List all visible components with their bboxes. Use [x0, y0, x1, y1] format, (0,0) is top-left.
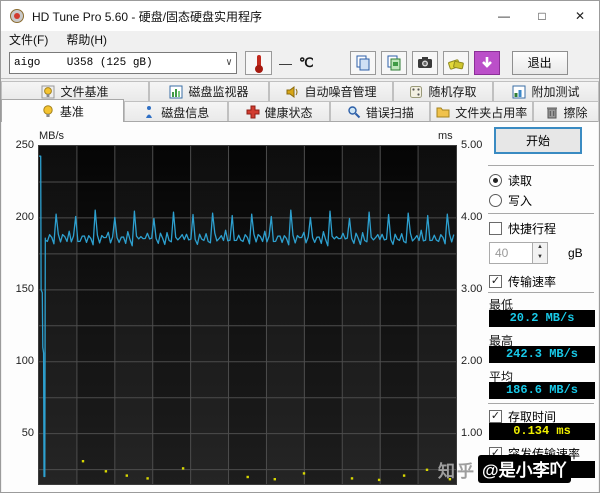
copy-text-button[interactable]: [349, 51, 376, 75]
export-button[interactable]: [442, 51, 469, 75]
y-tick-left: 50: [21, 426, 34, 439]
tab-health[interactable]: 健康状态: [227, 101, 331, 122]
control-panel: 开始 读取 写入 快捷行程 40 ▲ ▼ gB ✓ 传输速率 最低 20.2 M…: [472, 122, 598, 492]
folder-icon: [436, 107, 450, 118]
exit-button[interactable]: 退出: [511, 51, 568, 75]
y-tick-left: 200: [15, 210, 34, 223]
watermark-handle: @是小李吖: [478, 455, 571, 483]
capture-down-button[interactable]: [473, 51, 500, 75]
tab-extra-tests[interactable]: 附加测试: [493, 81, 599, 101]
size-unit-label: gB: [568, 246, 583, 260]
tab-disk-info[interactable]: 磁盘信息: [123, 101, 228, 122]
lamp-icon: [43, 105, 53, 117]
extra-chart-icon: [512, 85, 526, 98]
temperature-button[interactable]: [245, 51, 272, 75]
chart-canvas: [39, 146, 456, 484]
tab-aam[interactable]: 自动噪音管理: [269, 81, 393, 101]
min-value: 20.2 MB/s: [489, 310, 595, 327]
y-axis-left-label: MB/s: [39, 130, 65, 142]
transfer-rate-checkbox[interactable]: ✓ 传输速率: [489, 273, 556, 290]
toolbar: aigo U358 (125 gB) ∨ — ℃ 退出: [1, 48, 599, 79]
avg-value: 186.6 MB/s: [489, 382, 595, 399]
tab-benchmark[interactable]: 基准: [1, 99, 124, 122]
tab-disk-monitor[interactable]: 磁盘监视器: [149, 81, 269, 101]
trash-icon: [546, 107, 557, 119]
benchmark-chart: [38, 145, 457, 485]
temperature-unit: ℃: [299, 55, 314, 70]
app-window: HD Tune Pro 5.60 - 硬盘/固态硬盘实用程序 — □ ✕ 文件(…: [0, 0, 600, 493]
watermark: 知乎 @是小李吖: [438, 455, 571, 483]
y-tick-left: 100: [15, 354, 34, 367]
copy-image-button[interactable]: [380, 51, 407, 75]
access-time-value: 0.134 ms: [489, 423, 595, 440]
drive-select-value: aigo U358 (125 gB): [14, 57, 153, 69]
menu-help[interactable]: 帮助(H): [66, 31, 107, 48]
window-title: HD Tune Pro 5.60 - 硬盘/固态硬盘实用程序: [32, 9, 263, 24]
maximize-button[interactable]: □: [523, 1, 561, 31]
tab-folder-usage[interactable]: 文件夹占用率: [430, 101, 534, 122]
write-radio[interactable]: 写入: [489, 192, 532, 209]
info-icon: [146, 106, 153, 118]
tab-error-scan[interactable]: 错误扫描: [330, 101, 431, 122]
start-button[interactable]: 开始: [494, 127, 582, 154]
checkbox-checked-icon: ✓: [489, 410, 502, 423]
checkbox-checked-icon: ✓: [489, 275, 502, 288]
menu-file[interactable]: 文件(F): [9, 31, 48, 48]
tab-strip: 文件基准 磁盘监视器 自动噪音管理 随机存取 附加测试 基准 磁盘信息 健康状态…: [1, 79, 599, 122]
menu-bar: 文件(F) 帮助(H): [1, 31, 599, 48]
copy-image-icon: [387, 55, 401, 71]
copy-text-icon: [356, 55, 370, 71]
tab-row-1: 文件基准 磁盘监视器 自动噪音管理 随机存取 附加测试: [1, 81, 599, 101]
watermark-site: 知乎: [438, 461, 476, 481]
chevron-down-icon: ∨: [225, 58, 232, 69]
dice-icon: [410, 85, 423, 98]
minimize-button[interactable]: —: [485, 1, 523, 31]
close-button[interactable]: ✕: [561, 1, 599, 31]
health-cross-icon: [246, 105, 260, 119]
y-axis-right-label: ms: [438, 130, 453, 142]
checkbox-unchecked-icon: [489, 222, 502, 235]
monitor-chart-icon: [169, 85, 183, 98]
spin-down-icon: ▼: [533, 253, 547, 263]
lamp-icon: [41, 85, 55, 98]
y-tick-left: 150: [15, 282, 34, 295]
max-value: 242.3 MB/s: [489, 346, 595, 363]
tab-file-benchmark[interactable]: 文件基准: [1, 81, 149, 101]
spinner-arrows[interactable]: ▲ ▼: [533, 242, 548, 264]
tab-random-access[interactable]: 随机存取: [393, 81, 493, 101]
title-bar: HD Tune Pro 5.60 - 硬盘/固态硬盘实用程序 — □ ✕: [1, 1, 599, 31]
drive-select[interactable]: aigo U358 (125 gB) ∨: [9, 52, 237, 74]
camera-icon: [417, 57, 432, 68]
y-tick-left: 250: [15, 139, 34, 151]
arrow-down-icon: [481, 57, 492, 68]
export-icon: [447, 59, 464, 70]
app-icon: [9, 8, 25, 24]
radio-selected-icon: [489, 174, 502, 187]
screenshot-button[interactable]: [411, 51, 438, 75]
temperature-value: —: [279, 55, 292, 71]
spin-up-icon: ▲: [533, 243, 547, 253]
read-radio[interactable]: 读取: [489, 172, 532, 189]
magnifier-icon: [348, 106, 361, 119]
shortstroke-size-input[interactable]: 40: [489, 242, 533, 264]
shortstroke-checkbox[interactable]: 快捷行程: [489, 220, 556, 237]
tab-erase[interactable]: 擦除: [533, 101, 599, 122]
radio-unselected-icon: [489, 194, 502, 207]
benchmark-page: MB/s ms 250 200 150 100 50 5.00 4.00 3.00 2.00 1…: [2, 121, 598, 492]
tab-row-2: 基准 磁盘信息 健康状态 错误扫描 文件夹占用率 擦除: [1, 99, 599, 122]
speaker-icon: [286, 85, 298, 98]
